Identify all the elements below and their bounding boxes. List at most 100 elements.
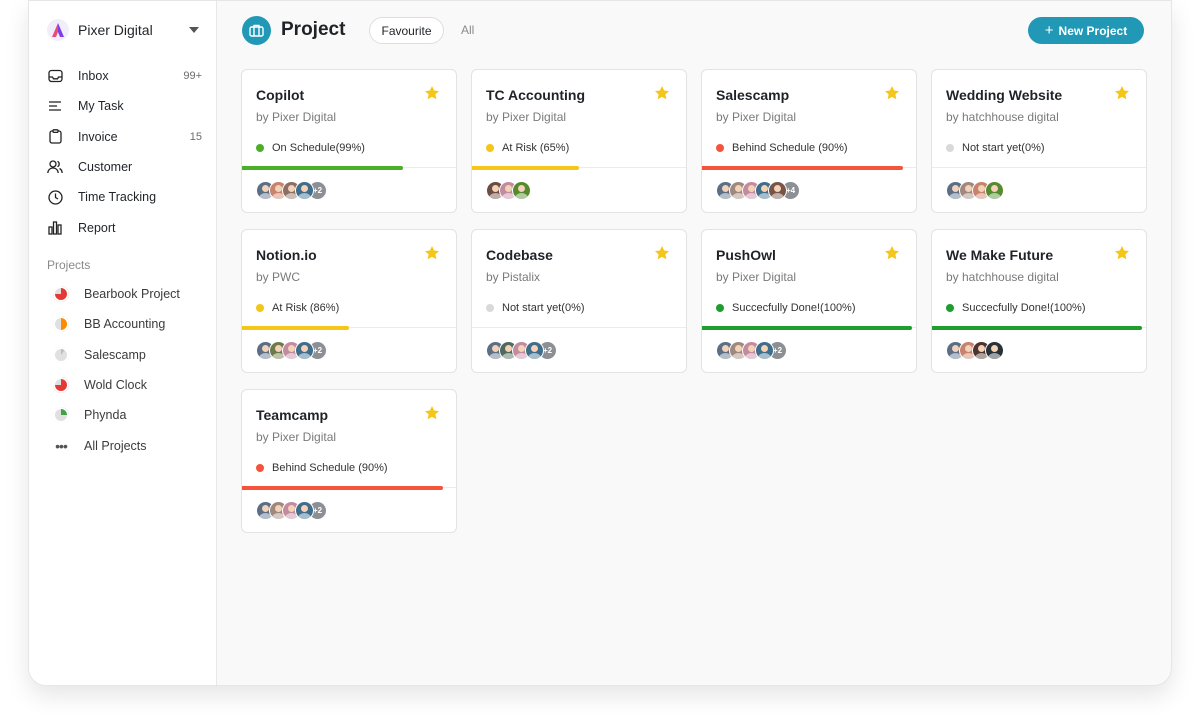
favourite-star-icon[interactable] — [884, 245, 900, 261]
project-owner: by Pistalix — [486, 270, 541, 284]
favourite-star-icon[interactable] — [654, 245, 670, 261]
nav-item-time-tracking[interactable]: Time Tracking — [47, 182, 202, 212]
avatar — [512, 181, 531, 200]
sidebar-project-label: Wold Clock — [84, 378, 147, 393]
status-text: Not start yet(0%) — [962, 142, 1045, 154]
filter-tab-favourite[interactable]: Favourite — [369, 17, 444, 44]
sidebar-project-item[interactable]: Bearbook Project — [53, 279, 203, 309]
member-avatars[interactable] — [486, 181, 531, 200]
nav-label: Report — [78, 220, 116, 235]
avatar — [295, 181, 314, 200]
clipboard-icon — [47, 129, 63, 145]
favourite-star-icon[interactable] — [884, 85, 900, 101]
sidebar-project-item[interactable]: Wold Clock — [53, 370, 203, 400]
sidebar-project-item[interactable]: Phynda — [53, 400, 203, 430]
more-dots-icon: ••• — [55, 437, 68, 454]
project-status: Not start yet(0%) — [486, 302, 585, 314]
project-owner: by Pixer Digital — [486, 110, 567, 124]
project-status: At Risk (65%) — [486, 142, 569, 154]
project-owner: by hatchhouse digital — [946, 270, 1059, 284]
nav-label: Inbox — [78, 69, 109, 84]
status-dot — [716, 144, 724, 152]
sidebar-project-label: Salescamp — [84, 347, 146, 362]
sidebar: Pixer Digital Inbox 99+ My Task Invoice … — [29, 1, 217, 685]
status-dot — [256, 304, 264, 312]
avatar — [985, 181, 1004, 200]
project-card[interactable]: We Make Future by hatchhouse digital Suc… — [931, 229, 1147, 373]
project-card[interactable]: Teamcamp by Pixer Digital Behind Schedul… — [241, 389, 457, 533]
sidebar-project-label: Bearbook Project — [84, 287, 180, 302]
avatar — [755, 341, 774, 360]
project-card[interactable]: Wedding Website by hatchhouse digital No… — [931, 69, 1147, 213]
project-title: TC Accounting — [486, 87, 586, 103]
project-progress-pie-icon — [53, 316, 69, 333]
project-card-grid: Copilot by Pixer Digital On Schedule(99%… — [241, 69, 1147, 533]
project-title: PushOwl — [716, 247, 776, 263]
project-title: Salescamp — [716, 87, 790, 103]
progress-bar — [242, 166, 403, 170]
project-title: Notion.io — [256, 247, 317, 263]
workspace-switcher[interactable]: Pixer Digital — [47, 18, 199, 42]
inbox-icon — [47, 68, 63, 84]
favourite-star-icon[interactable] — [1114, 245, 1130, 261]
status-dot — [946, 144, 954, 152]
sidebar-project-item[interactable]: Salescamp — [53, 340, 203, 370]
project-progress-pie-icon — [53, 346, 69, 363]
nav-count: 99+ — [183, 70, 202, 83]
project-card[interactable]: Codebase by Pistalix Not start yet(0%) +… — [471, 229, 687, 373]
progress-bar — [242, 486, 443, 490]
nav-item-my-task[interactable]: My Task — [47, 91, 202, 121]
project-status: Succecfully Done!(100%) — [946, 302, 1086, 314]
favourite-star-icon[interactable] — [1114, 85, 1130, 101]
member-avatars[interactable]: +2 — [716, 341, 787, 360]
progress-bar — [472, 166, 579, 170]
project-card[interactable]: Salescamp by Pixer Digital Behind Schedu… — [701, 69, 917, 213]
member-avatars[interactable] — [946, 341, 1004, 360]
filter-tab-all[interactable]: All — [461, 23, 474, 37]
sidebar-projects-list: Bearbook Project BB Accounting Salescamp… — [53, 279, 203, 461]
project-title: Copilot — [256, 87, 305, 103]
member-avatars[interactable]: +2 — [256, 341, 327, 360]
favourite-star-icon[interactable] — [654, 85, 670, 101]
project-owner: by PWC — [256, 270, 301, 284]
project-card[interactable]: Notion.io by PWC At Risk (86%) +2 — [241, 229, 457, 373]
nav-count: 15 — [189, 130, 202, 143]
projects-section-title: Projects — [47, 258, 91, 272]
status-dot — [256, 464, 264, 472]
favourite-star-icon[interactable] — [424, 405, 440, 421]
project-card[interactable]: Copilot by Pixer Digital On Schedule(99%… — [241, 69, 457, 213]
task-list-icon — [47, 98, 63, 114]
all-projects-label: All Projects — [84, 438, 147, 453]
project-owner: by Pixer Digital — [256, 110, 337, 124]
favourite-star-icon[interactable] — [424, 85, 440, 101]
status-text: On Schedule(99%) — [272, 142, 365, 154]
nav-item-inbox[interactable]: Inbox 99+ — [47, 61, 202, 91]
sidebar-project-item[interactable]: BB Accounting — [53, 309, 203, 339]
member-avatars[interactable] — [946, 181, 1004, 200]
chevron-down-icon[interactable] — [189, 27, 199, 33]
briefcase-icon — [242, 16, 271, 45]
project-card[interactable]: TC Accounting by Pixer Digital At Risk (… — [471, 69, 687, 213]
member-avatars[interactable]: +2 — [256, 501, 327, 520]
project-title: Wedding Website — [946, 87, 1063, 103]
project-progress-pie-icon — [53, 407, 69, 424]
member-avatars[interactable]: +4 — [716, 181, 800, 200]
project-title: We Make Future — [946, 247, 1054, 263]
nav-item-customer[interactable]: Customer — [47, 152, 202, 182]
project-owner: by Pixer Digital — [716, 110, 797, 124]
project-card[interactable]: PushOwl by Pixer Digital Succecfully Don… — [701, 229, 917, 373]
workspace-logo-icon — [47, 19, 69, 41]
nav-item-invoice[interactable]: Invoice 15 — [47, 122, 202, 152]
avatar — [985, 341, 1004, 360]
favourite-star-icon[interactable] — [424, 245, 440, 261]
nav-item-report[interactable]: Report — [47, 212, 202, 242]
new-project-button[interactable]: + New Project — [1028, 17, 1144, 44]
card-divider — [932, 167, 1146, 168]
avatar — [295, 501, 314, 520]
member-avatars[interactable]: +2 — [486, 341, 557, 360]
project-title: Teamcamp — [256, 407, 329, 423]
nav-label: Customer — [78, 160, 133, 175]
all-projects-link[interactable]: ••• All Projects — [53, 430, 203, 460]
member-avatars[interactable]: +2 — [256, 181, 327, 200]
status-dot — [486, 144, 494, 152]
